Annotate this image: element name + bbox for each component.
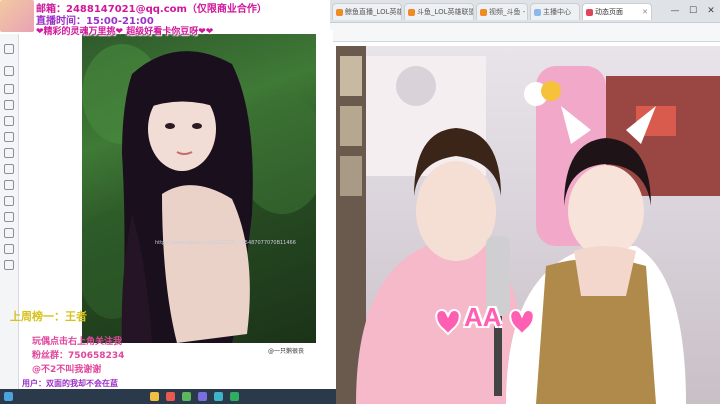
tab-favicon-icon	[408, 9, 415, 16]
browser-tab-2[interactable]: 斗鱼_LOL英雄联盟直播间DOUYU_斗鱼	[404, 3, 474, 20]
cloud-app-icon[interactable]	[214, 392, 223, 401]
browser-tab-active[interactable]: 动态页面 ✕	[582, 3, 652, 20]
close-tab-icon[interactable]: ✕	[642, 4, 648, 20]
list-icon[interactable]	[4, 132, 14, 142]
box-icon[interactable]	[4, 66, 14, 76]
portrait-illustration	[82, 44, 316, 343]
maximize-button[interactable]: ☐	[684, 0, 702, 22]
overlay-tagline: ❤精彩的灵魂万里挑❤ 超级好看卡你豆呀❤❤	[36, 27, 214, 37]
star-icon[interactable]	[4, 44, 14, 54]
cloud-icon[interactable]	[4, 164, 14, 174]
panel-bottom-user: 用户：双面的我却不会在蓝	[22, 379, 118, 388]
panel-follow-line: 玩偶点击右上角关注我	[32, 337, 123, 347]
tab-label: 主播中心	[543, 8, 571, 16]
folder-icon[interactable]	[4, 180, 14, 190]
stream-scene	[336, 46, 720, 404]
streamer-avatar	[0, 0, 34, 32]
app-sidebar	[0, 34, 19, 390]
tab-label: 斗鱼_LOL英雄联盟直播间DOUYU_斗鱼	[417, 8, 474, 16]
photo-watermark: @一只鹅很丧	[268, 348, 305, 355]
tab-favicon-icon	[336, 9, 343, 16]
sticker-text: AA	[464, 302, 502, 332]
wechat-icon[interactable]	[230, 392, 239, 401]
window-controls: — ☐ ✕	[666, 0, 720, 22]
photo-image	[82, 34, 316, 343]
close-window-button[interactable]: ✕	[702, 0, 720, 22]
browser-icon[interactable]	[166, 392, 175, 401]
media-icon[interactable]	[198, 392, 207, 401]
mail-icon[interactable]	[4, 228, 14, 238]
doc-icon[interactable]	[4, 260, 14, 270]
chat-icon[interactable]	[4, 116, 14, 126]
folder-icon[interactable]	[150, 392, 159, 401]
panel-handle: @不2不叫我谢谢	[32, 365, 102, 375]
tab-label: 视频_斗鱼 - 斗鱼直播	[489, 8, 527, 16]
tab-label: 动态页面	[595, 8, 623, 16]
stream-camera-view: AA	[336, 46, 720, 404]
browser-tab-3[interactable]: 视频_斗鱼 - 斗鱼直播	[476, 3, 528, 20]
browser-tab-1[interactable]: 鲸鱼直播_LOL英雄联盟_斗鱼直播	[332, 3, 402, 20]
shield-icon[interactable]	[4, 196, 14, 206]
grid-icon[interactable]	[4, 100, 14, 110]
rank-title: 上周榜一：王者	[10, 310, 87, 323]
tag-icon[interactable]	[4, 244, 14, 254]
panel-fan-group: 粉丝群：750658234	[32, 351, 125, 361]
photo-source-url: https://www.douyu.com/222227_~1548707707…	[155, 240, 296, 246]
browser-tab-4[interactable]: 主播中心	[530, 3, 580, 20]
tab-label: 鲸鱼直播_LOL英雄联盟_斗鱼直播	[345, 8, 401, 16]
tab-favicon-icon	[480, 9, 487, 16]
person-icon[interactable]	[4, 148, 14, 158]
home-icon[interactable]	[4, 84, 14, 94]
taskbar	[0, 389, 336, 404]
tab-favicon-icon	[534, 9, 541, 16]
browser-tab-bar: 鲸鱼直播_LOL英雄联盟_斗鱼直播 斗鱼_LOL英雄联盟直播间DOUYU_斗鱼 …	[330, 0, 720, 23]
gear-icon[interactable]	[4, 212, 14, 222]
chat-app-icon[interactable]	[182, 392, 191, 401]
tab-favicon-icon	[586, 9, 593, 16]
minimize-button[interactable]: —	[666, 0, 684, 22]
aa-sticker: AA	[430, 300, 542, 338]
address-bar[interactable]	[330, 23, 720, 42]
start-icon[interactable]	[4, 392, 13, 401]
